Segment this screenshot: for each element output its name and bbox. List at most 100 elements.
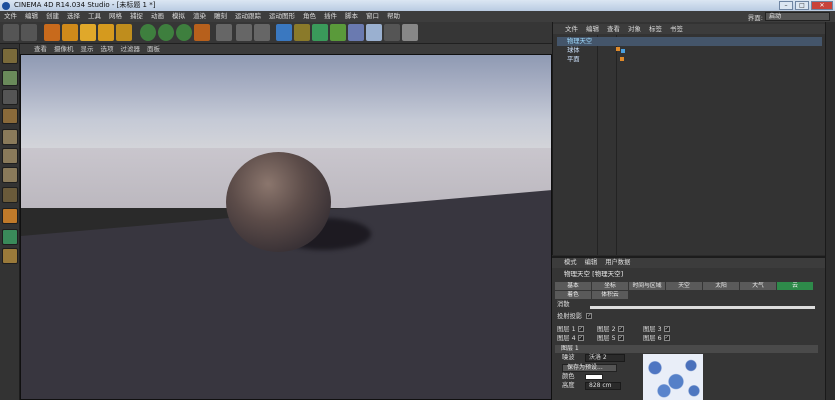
make-editable-icon[interactable] (2, 48, 18, 64)
attr-menu-user-data[interactable]: 用户数据 (605, 258, 630, 268)
viewport-menu-display[interactable]: 显示 (81, 44, 94, 54)
render-view-icon[interactable] (216, 24, 232, 41)
layer-3-checkbox[interactable]: ✓ (663, 326, 670, 332)
tab-basic[interactable]: 基本 (555, 282, 591, 290)
layer-6-checkbox[interactable]: ✓ (663, 335, 670, 341)
close-button[interactable]: ✕ (811, 1, 833, 10)
menu-simulate[interactable]: 模拟 (172, 11, 185, 22)
deformer-icon[interactable] (330, 24, 346, 41)
cube-icon[interactable] (276, 24, 292, 41)
layer-2-checkbox[interactable]: ✓ (617, 326, 624, 332)
height-input[interactable]: 828 cm (585, 382, 621, 390)
scene-icon[interactable] (348, 24, 364, 41)
tab-atmosphere[interactable]: 大气 (740, 282, 776, 290)
viewport-menu-cameras[interactable]: 摄像机 (54, 44, 74, 54)
tweak-mode-icon[interactable] (2, 208, 18, 224)
texture-tag-icon[interactable] (621, 49, 625, 53)
tab-clouds[interactable]: 云 (777, 282, 813, 290)
nurbs-icon[interactable] (312, 24, 328, 41)
menu-snap[interactable]: 捕捉 (130, 11, 143, 22)
layer-4-checkbox[interactable]: ✓ (577, 335, 584, 341)
tab-coordinates[interactable]: 坐标 (592, 282, 628, 290)
coordinate-system-icon[interactable] (194, 24, 210, 41)
menu-mesh[interactable]: 网格 (109, 11, 122, 22)
object-row-physical-sky[interactable]: 物理天空 (557, 37, 822, 46)
menu-help[interactable]: 帮助 (387, 11, 400, 22)
object-row-plane[interactable]: 平面 (557, 55, 822, 64)
rotate-icon[interactable] (98, 24, 114, 41)
layer-5-checkbox[interactable]: ✓ (617, 335, 624, 341)
model-mode-icon[interactable] (2, 70, 18, 86)
disperse-gradient-slider[interactable] (590, 306, 815, 309)
noise-select[interactable]: 沃洛 2 (585, 354, 625, 362)
floor-icon[interactable] (366, 24, 382, 41)
select-arrow-icon[interactable] (44, 24, 60, 41)
om-menu-objects[interactable]: 对象 (628, 24, 641, 34)
scale-icon[interactable] (80, 24, 96, 41)
save-preset-button[interactable]: 保存为预设... (562, 364, 617, 372)
material-tag-icon[interactable] (616, 47, 620, 51)
viewport-menu-view[interactable]: 查看 (34, 44, 47, 54)
menu-tools[interactable]: 工具 (88, 11, 101, 22)
viewport-menu-options[interactable]: 选项 (101, 44, 114, 54)
camera-icon[interactable] (384, 24, 400, 41)
menu-create[interactable]: 创建 (46, 11, 59, 22)
tab-shading[interactable]: 着色 (555, 291, 591, 299)
om-menu-bookmarks[interactable]: 书签 (670, 24, 683, 34)
menu-window[interactable]: 窗口 (366, 11, 379, 22)
texture-mode-icon[interactable] (2, 89, 18, 105)
tab-time-location[interactable]: 时间与区域 (629, 282, 665, 290)
cast-shadow-checkbox[interactable]: ✓ (586, 313, 593, 319)
tab-volumetric-clouds[interactable]: 体积云 (592, 291, 628, 299)
snap-icon[interactable] (2, 229, 18, 245)
tab-sun[interactable]: 太阳 (703, 282, 739, 290)
workplane-mode-icon[interactable] (2, 108, 18, 124)
menu-plugins[interactable]: 插件 (324, 11, 337, 22)
light-icon[interactable] (402, 24, 418, 41)
menu-character[interactable]: 角色 (303, 11, 316, 22)
attr-menu-edit[interactable]: 编辑 (585, 258, 598, 268)
menu-motion-tracking[interactable]: 运动跟踪 (235, 11, 261, 22)
om-menu-tags[interactable]: 标签 (649, 24, 662, 34)
layer-1-section-header[interactable]: 图层 1 (555, 345, 818, 353)
layer-1-checkbox[interactable]: ✓ (577, 326, 584, 332)
points-mode-icon[interactable] (2, 129, 18, 145)
om-menu-edit[interactable]: 编辑 (586, 24, 599, 34)
color-swatch[interactable] (585, 374, 603, 380)
menu-select[interactable]: 选择 (67, 11, 80, 22)
viewport-menu-filter[interactable]: 过滤器 (121, 44, 141, 54)
maximize-button[interactable]: □ (795, 1, 809, 10)
om-menu-view[interactable]: 查看 (607, 24, 620, 34)
object-row-sphere[interactable]: 球体 (557, 46, 822, 55)
menu-script[interactable]: 脚本 (345, 11, 358, 22)
menu-file[interactable]: 文件 (4, 11, 17, 22)
menu-render[interactable]: 渲染 (193, 11, 206, 22)
axis-mode-icon[interactable] (2, 187, 18, 203)
redo-icon[interactable] (21, 24, 37, 41)
tab-sky[interactable]: 天空 (666, 282, 702, 290)
z-axis-icon[interactable] (176, 24, 192, 41)
polygons-mode-icon[interactable] (2, 167, 18, 183)
y-axis-icon[interactable] (158, 24, 174, 41)
material-tag-icon[interactable] (620, 57, 624, 61)
undo-icon[interactable] (3, 24, 19, 41)
render-picture-viewer-icon[interactable] (236, 24, 252, 41)
om-menu-file[interactable]: 文件 (565, 24, 578, 34)
viewport-menu-panel[interactable]: 面板 (147, 44, 160, 54)
move-icon[interactable] (62, 24, 78, 41)
spline-icon[interactable] (294, 24, 310, 41)
lock-workplane-icon[interactable] (2, 248, 18, 264)
minimize-button[interactable]: – (779, 1, 793, 10)
menu-mograph[interactable]: 运动图形 (269, 11, 295, 22)
layout-select[interactable]: 启动 (765, 12, 830, 21)
render-settings-icon[interactable] (254, 24, 270, 41)
menu-animate[interactable]: 动画 (151, 11, 164, 22)
attr-menu-mode[interactable]: 模式 (564, 258, 577, 268)
3d-viewport[interactable] (20, 54, 552, 400)
sphere-object[interactable] (226, 152, 331, 252)
x-axis-icon[interactable] (140, 24, 156, 41)
edges-mode-icon[interactable] (2, 148, 18, 164)
menu-sculpt[interactable]: 雕刻 (214, 11, 227, 22)
menu-edit[interactable]: 编辑 (25, 11, 38, 22)
add-icon[interactable] (116, 24, 132, 41)
